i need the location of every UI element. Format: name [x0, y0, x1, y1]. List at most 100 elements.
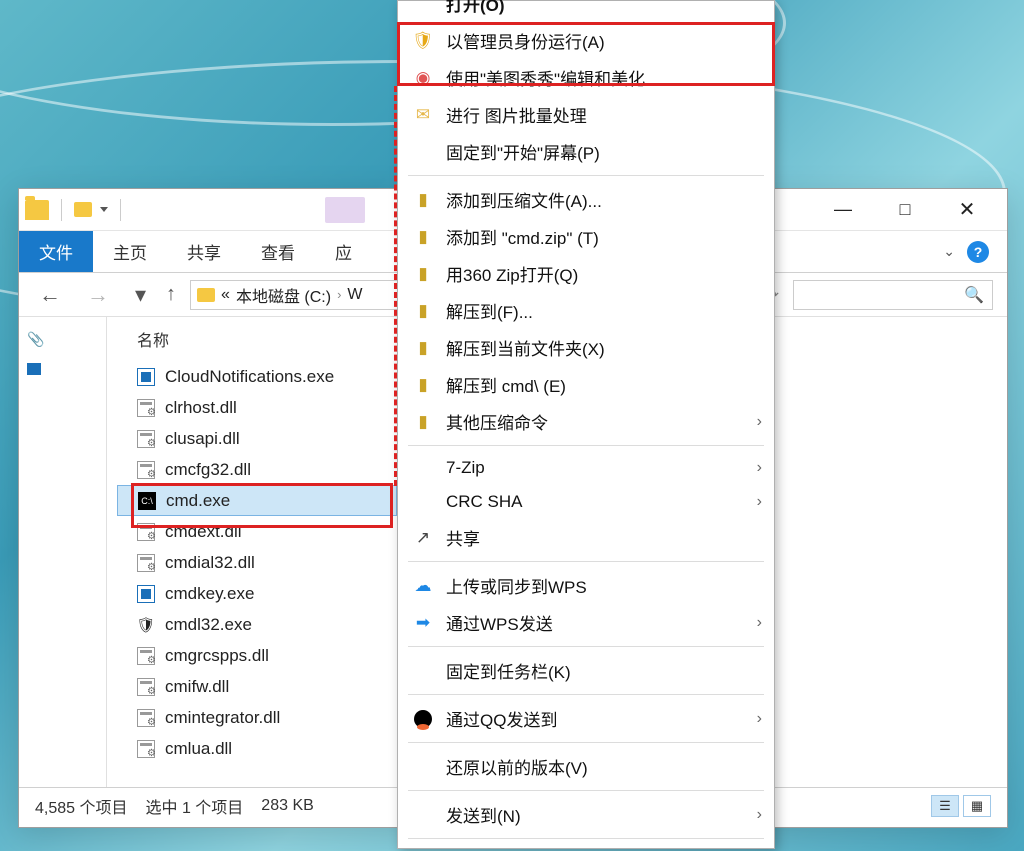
context-menu-item[interactable]: ☁ 上传或同步到WPS: [400, 567, 772, 604]
file-row[interactable]: C:\cmd.exe: [117, 485, 397, 516]
context-menu-item[interactable]: ◉使用"美图秀秀"编辑和美化: [400, 59, 772, 96]
file-name: cmcfg32.dll: [165, 460, 251, 480]
context-menu-item[interactable]: ✉进行 图片批量处理: [400, 96, 772, 133]
context-menu-item[interactable]: CRC SHA ›: [400, 485, 772, 519]
share-icon: ↗: [412, 527, 434, 549]
search-icon[interactable]: 🔍: [964, 285, 984, 305]
qat-dropdown-icon[interactable]: [100, 207, 108, 212]
back-button[interactable]: ←: [33, 280, 67, 310]
file-name: cmdial32.dll: [165, 553, 255, 573]
ribbon-collapse-icon[interactable]: ⌄: [943, 243, 955, 260]
context-menu-item[interactable]: ▮解压到当前文件夹(X): [400, 329, 772, 366]
context-menu-item[interactable]: ↗共享: [400, 519, 772, 556]
folder-small-icon[interactable]: [74, 202, 92, 217]
menu-item-label: 用360 Zip打开(Q): [446, 261, 762, 286]
cloud-icon: ☁: [412, 575, 434, 597]
column-header-name[interactable]: 名称: [117, 323, 397, 361]
tab-file[interactable]: 文件: [19, 231, 93, 272]
file-row[interactable]: cmgrcspps.dll: [117, 640, 397, 671]
menu-separator: [408, 742, 764, 743]
file-row[interactable]: cmdext.dll: [117, 516, 397, 547]
details-view-button[interactable]: ☰: [931, 795, 959, 817]
separator: [61, 199, 62, 221]
menu-separator: [408, 646, 764, 647]
status-selection: 选中 1 个项目: [146, 794, 244, 818]
submenu-arrow-icon: ›: [757, 710, 762, 728]
file-row[interactable]: cmdkey.exe: [117, 578, 397, 609]
menu-item-label: 上传或同步到WPS: [446, 573, 762, 598]
help-button[interactable]: ?: [967, 241, 989, 263]
menu-item-label: 7-Zip: [446, 458, 745, 478]
context-menu-item[interactable]: ▮添加到压缩文件(A)...: [400, 181, 772, 218]
menu-separator: [408, 790, 764, 791]
file-row[interactable]: cmdl32.exe: [117, 609, 397, 640]
file-row[interactable]: clrhost.dll: [117, 392, 397, 423]
quick-access-toolbar: [25, 199, 125, 221]
cmd-icon: C:\: [138, 492, 156, 510]
title-area: [325, 197, 365, 223]
file-name: CloudNotifications.exe: [165, 367, 334, 387]
zip-icon: ▮: [412, 300, 434, 322]
minimize-button[interactable]: —: [823, 195, 863, 225]
zip-icon: ▮: [412, 337, 434, 359]
menu-item-label: 通过QQ发送到: [446, 706, 745, 731]
tab-application[interactable]: 应: [315, 231, 372, 272]
file-row[interactable]: cmcfg32.dll: [117, 454, 397, 485]
exe-icon: [137, 585, 155, 603]
context-menu-item[interactable]: 固定到"开始"屏幕(P): [400, 133, 772, 170]
context-menu[interactable]: 打开(O)🛡以管理员身份运行(A)◉使用"美图秀秀"编辑和美化✉进行 图片批量处…: [397, 0, 775, 849]
menu-item-label: 通过WPS发送: [446, 610, 745, 635]
maximize-button[interactable]: □: [885, 195, 925, 225]
chevron-right-icon[interactable]: ›: [337, 287, 341, 302]
blank-icon: [412, 491, 434, 513]
file-row[interactable]: cmintegrator.dll: [117, 702, 397, 733]
file-row[interactable]: cmdial32.dll: [117, 547, 397, 578]
context-menu-item[interactable]: ▮添加到 "cmd.zip" (T): [400, 218, 772, 255]
menu-item-label: CRC SHA: [446, 492, 745, 512]
sidebar-item[interactable]: 📎: [25, 327, 100, 351]
qq-icon: [412, 708, 434, 730]
submenu-arrow-icon: ›: [757, 493, 762, 511]
icons-view-button[interactable]: ▦: [963, 795, 991, 817]
menu-item-label: 解压到 cmd\ (E): [446, 372, 762, 397]
folder-icon: [25, 200, 49, 220]
menu-item-label: 添加到压缩文件(A)...: [446, 187, 762, 212]
search-box[interactable]: 🔍: [793, 280, 993, 310]
tab-view[interactable]: 查看: [241, 231, 315, 272]
file-row[interactable]: cmifw.dll: [117, 671, 397, 702]
close-button[interactable]: ✕: [947, 195, 987, 225]
history-dropdown-icon[interactable]: ▾: [129, 280, 152, 310]
context-menu-item[interactable]: ▮用360 Zip打开(Q): [400, 255, 772, 292]
file-row[interactable]: clusapi.dll: [117, 423, 397, 454]
sidebar-item[interactable]: [25, 359, 100, 379]
search-input[interactable]: [802, 286, 964, 303]
context-menu-item[interactable]: 还原以前的版本(V): [400, 748, 772, 785]
file-name: cmdkey.exe: [165, 584, 254, 604]
menu-separator: [408, 175, 764, 176]
file-row[interactable]: cmlua.dll: [117, 733, 397, 764]
navigation-pane[interactable]: 📎: [19, 317, 107, 787]
context-menu-item[interactable]: ▮解压到 cmd\ (E): [400, 366, 772, 403]
context-menu-item[interactable]: ▮解压到(F)...: [400, 292, 772, 329]
submenu-arrow-icon: ›: [757, 806, 762, 824]
context-menu-item[interactable]: ▮其他压缩命令›: [400, 403, 772, 440]
blank-icon: [412, 457, 434, 479]
context-menu-item[interactable]: 打开(O): [400, 0, 772, 22]
context-menu-item[interactable]: ➡通过WPS发送›: [400, 604, 772, 641]
tab-share[interactable]: 共享: [167, 231, 241, 272]
context-menu-item[interactable]: 发送到(N)›: [400, 796, 772, 833]
img-icon: ◉: [412, 67, 434, 89]
tab-home[interactable]: 主页: [93, 231, 167, 272]
context-menu-item[interactable]: 固定到任务栏(K): [400, 652, 772, 689]
up-button[interactable]: ↑: [166, 283, 176, 306]
context-menu-item[interactable]: 通过QQ发送到 ›: [400, 700, 772, 737]
file-row[interactable]: CloudNotifications.exe: [117, 361, 397, 392]
context-menu-item[interactable]: 7-Zip›: [400, 451, 772, 485]
file-name: cmintegrator.dll: [165, 708, 280, 728]
dll-icon: [137, 709, 155, 727]
context-menu-item[interactable]: 🛡以管理员身份运行(A): [400, 22, 772, 59]
forward-button[interactable]: →: [81, 280, 115, 310]
breadcrumb-segment[interactable]: W: [347, 286, 362, 304]
menu-separator: [408, 561, 764, 562]
breadcrumb-segment[interactable]: 本地磁盘 (C:): [236, 283, 331, 307]
